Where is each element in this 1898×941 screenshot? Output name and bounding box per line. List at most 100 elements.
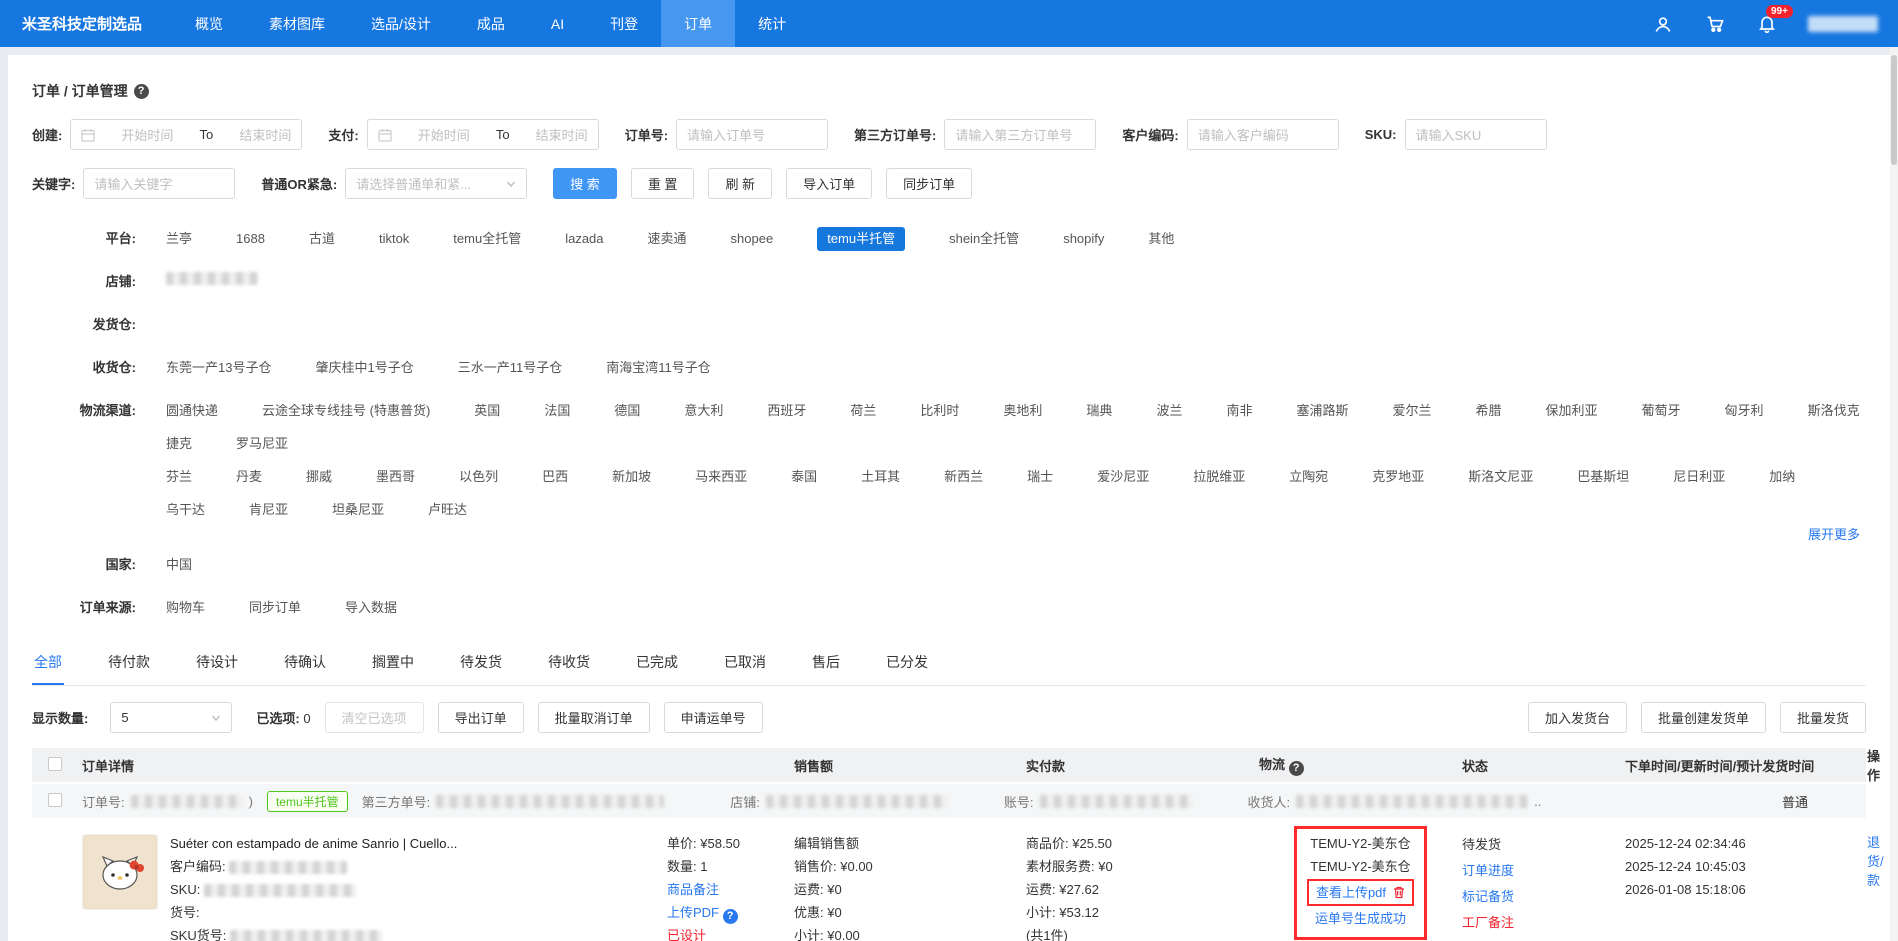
status-tab[interactable]: 待设计 <box>194 644 240 685</box>
platform-option[interactable]: 速卖通 <box>648 229 687 249</box>
order-no-input[interactable]: 请输入订单号 <box>676 119 828 150</box>
select-all-checkbox[interactable] <box>48 757 62 771</box>
logistics-option[interactable]: 乌干达 <box>166 500 205 520</box>
nav-menu-item[interactable]: 成品 <box>454 0 528 47</box>
status-tab[interactable]: 售后 <box>810 644 842 685</box>
platform-option[interactable]: 1688 <box>236 229 265 249</box>
status-tab[interactable]: 全部 <box>32 644 64 685</box>
logistics-option[interactable]: 芬兰 <box>166 467 192 487</box>
logistics-option[interactable]: 爱尔兰 <box>1392 401 1431 421</box>
logistics-option[interactable]: 泰国 <box>791 467 817 487</box>
logistics-option[interactable]: 卢旺达 <box>428 500 467 520</box>
refund-link[interactable]: 退货/款 <box>1867 835 1884 888</box>
page-help-icon[interactable]: ? <box>134 84 149 99</box>
logistics-option[interactable]: 希腊 <box>1476 401 1502 421</box>
nav-menu-item[interactable]: 统计 <box>735 0 809 47</box>
recv-warehouse-option[interactable]: 肇庆桂中1号子仓 <box>315 358 413 378</box>
user-name-redacted[interactable] <box>1808 16 1878 32</box>
status-tab[interactable]: 搁置中 <box>370 644 416 685</box>
logistics-option[interactable]: 德国 <box>614 401 640 421</box>
batch-create-shipment-button[interactable]: 批量创建发货单 <box>1641 702 1766 733</box>
bell-icon[interactable]: 99+ <box>1756 13 1778 35</box>
logistics-option[interactable]: 加纳 <box>1769 467 1795 487</box>
platform-option[interactable]: tiktok <box>379 229 409 249</box>
delete-pdf-icon[interactable] <box>1393 886 1405 899</box>
recv-warehouse-option[interactable]: 南海宝湾11号子仓 <box>606 358 711 378</box>
refresh-button[interactable]: 刷 新 <box>708 168 772 199</box>
search-button[interactable]: 搜 索 <box>553 168 617 199</box>
logistics-option[interactable]: 波兰 <box>1156 401 1182 421</box>
status-tab[interactable]: 已取消 <box>722 644 768 685</box>
logistics-option[interactable]: 尼日利亚 <box>1673 467 1725 487</box>
logistics-option[interactable]: 荷兰 <box>850 401 876 421</box>
edit-sales-link[interactable]: 编辑销售额 <box>794 832 1026 855</box>
logistics-option[interactable]: 拉脱维亚 <box>1193 467 1245 487</box>
country-option[interactable]: 中国 <box>166 555 192 575</box>
logistics-option[interactable]: 坦桑尼亚 <box>332 500 384 520</box>
status-tab[interactable]: 已分发 <box>884 644 930 685</box>
logistics-option[interactable]: 比利时 <box>920 401 959 421</box>
nav-menu-item[interactable]: 订单 <box>661 0 735 47</box>
support-icon[interactable] <box>1652 13 1674 35</box>
expand-more-link[interactable]: 展开更多 <box>1808 524 1860 543</box>
logistics-option[interactable]: 瑞士 <box>1027 467 1053 487</box>
order-source-option[interactable]: 导入数据 <box>345 598 397 618</box>
third-party-input[interactable]: 请输入第三方订单号 <box>944 119 1096 150</box>
logistics-option[interactable]: 立陶宛 <box>1289 467 1328 487</box>
urgency-select[interactable]: 请选择普通单和紧... <box>345 168 527 199</box>
product-remark-link[interactable]: 商品备注 <box>667 882 719 897</box>
platform-option[interactable]: lazada <box>565 229 603 249</box>
nav-menu-item[interactable]: AI <box>528 0 587 47</box>
brand-title[interactable]: 米圣科技定制选品 <box>0 0 172 47</box>
logistics-option[interactable]: 马来西亚 <box>695 467 747 487</box>
platform-option[interactable]: shopee <box>731 229 774 249</box>
recv-warehouse-option[interactable]: 三水一产11号子仓 <box>458 358 563 378</box>
cart-icon[interactable] <box>1704 13 1726 35</box>
apply-waybill-button[interactable]: 申请运单号 <box>664 702 763 733</box>
export-orders-button[interactable]: 导出订单 <box>438 702 524 733</box>
platform-option[interactable]: 兰亭 <box>166 229 192 249</box>
status-tab[interactable]: 已完成 <box>634 644 680 685</box>
logistics-option[interactable]: 法国 <box>544 401 570 421</box>
logistics-option[interactable]: 葡萄牙 <box>1642 401 1681 421</box>
factory-remark-link[interactable]: 工厂备注 <box>1462 915 1514 930</box>
sync-orders-button[interactable]: 同步订单 <box>886 168 972 199</box>
sku-input[interactable]: 请输入SKU <box>1405 119 1547 150</box>
logistics-option[interactable]: 爱沙尼亚 <box>1097 467 1149 487</box>
product-image[interactable] <box>82 834 158 910</box>
recv-warehouse-option[interactable]: 东莞一产13号子仓 <box>166 358 271 378</box>
display-count-select[interactable]: 5 <box>110 702 232 733</box>
paid-range-picker[interactable]: 开始时间 To 结束时间 <box>367 119 599 150</box>
shop-option-redacted[interactable] <box>166 272 258 285</box>
scrollbar-thumb[interactable] <box>1891 55 1897 165</box>
clear-selection-button[interactable]: 清空已选项 <box>325 702 424 733</box>
logistics-help-icon[interactable]: ? <box>1289 761 1304 776</box>
platform-option[interactable]: temu半托管 <box>817 227 905 251</box>
platform-option[interactable]: 古道 <box>309 229 335 249</box>
platform-option[interactable]: 其他 <box>1148 229 1174 249</box>
logistics-option[interactable]: 丹麦 <box>236 467 262 487</box>
logistics-option[interactable]: 瑞典 <box>1086 401 1112 421</box>
customer-code-input[interactable]: 请输入客户编码 <box>1187 119 1339 150</box>
view-uploaded-pdf-link[interactable]: 查看上传pdf <box>1316 881 1386 904</box>
nav-menu-item[interactable]: 刊登 <box>587 0 661 47</box>
upload-pdf-link[interactable]: 上传PDF <box>667 905 719 920</box>
logistics-option[interactable]: 保加利亚 <box>1546 401 1598 421</box>
logistics-option[interactable]: 南非 <box>1226 401 1252 421</box>
logistics-option[interactable]: 圆通快递 <box>166 401 218 421</box>
logistics-option[interactable]: 意大利 <box>684 401 723 421</box>
status-tab[interactable]: 待发货 <box>458 644 504 685</box>
reset-button[interactable]: 重 置 <box>631 168 695 199</box>
logistics-option[interactable]: 土耳其 <box>861 467 900 487</box>
platform-option[interactable]: shein全托管 <box>949 229 1019 249</box>
logistics-option[interactable]: 塞浦路斯 <box>1296 401 1348 421</box>
logistics-option[interactable]: 巴基斯坦 <box>1577 467 1629 487</box>
logistics-option[interactable]: 英国 <box>474 401 500 421</box>
logistics-option[interactable]: 西班牙 <box>767 401 806 421</box>
logistics-option[interactable]: 匈牙利 <box>1725 401 1764 421</box>
order-source-option[interactable]: 购物车 <box>166 598 205 618</box>
order-progress-link[interactable]: 订单进度 <box>1462 863 1514 878</box>
upload-pdf-help-icon[interactable]: ? <box>723 909 738 924</box>
logistics-option[interactable]: 奥地利 <box>1003 401 1042 421</box>
logistics-option[interactable]: 挪威 <box>306 467 332 487</box>
